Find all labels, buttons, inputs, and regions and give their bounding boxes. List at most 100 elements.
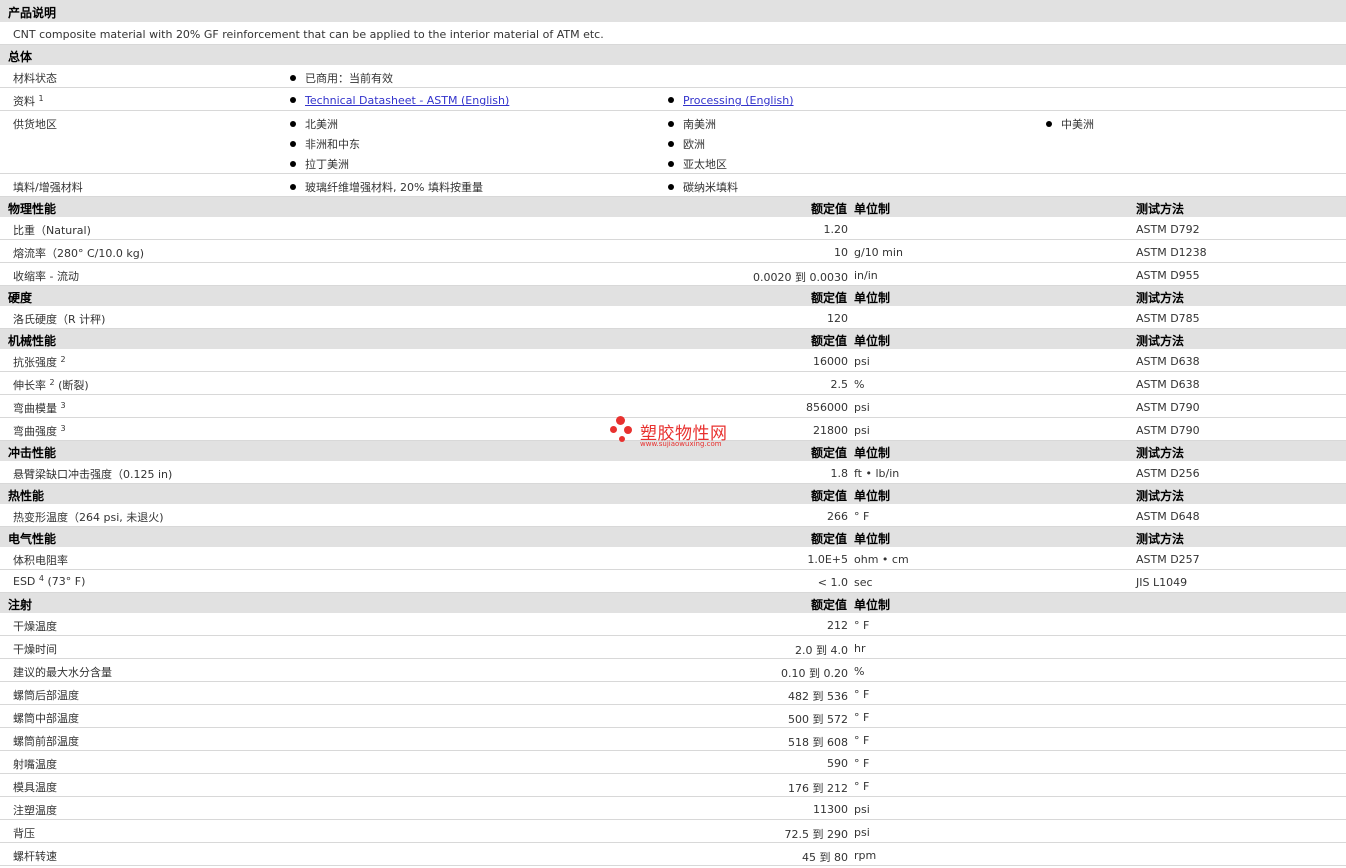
property-test: ASTM D257 (1136, 553, 1200, 566)
property-value: 72.5 到 290 (784, 828, 848, 841)
description-title: 产品说明 (8, 6, 57, 20)
doc-item: Technical Datasheet - ASTM (English) (290, 94, 509, 107)
description-row: CNT composite material with 20% GF reinf… (0, 22, 1346, 45)
regions-row: 供货地区 北美洲 南美洲 中美洲 非洲和中东 欧洲 拉丁美洲 亚太地区 (0, 111, 1346, 174)
property-value: 1.20 (823, 223, 849, 236)
header-value: 额定值 (810, 446, 847, 460)
header-test: 测试方法 (1136, 446, 1185, 460)
property-value: 10 (834, 246, 848, 259)
logo-dot (610, 426, 617, 433)
logo-dot (619, 436, 625, 442)
datasheet-link[interactable]: Technical Datasheet - ASTM (English) (305, 94, 509, 107)
filler-item: 碳纳米填料 (668, 179, 738, 195)
watermark-url: www.sujiaowuxing.com (640, 440, 722, 448)
property-row: 熔流率（280° C/10.0 kg) 10 g/10 min ASTM D12… (0, 240, 1346, 263)
description-header: 产品说明 (0, 0, 1346, 22)
property-test: JIS L1049 (1136, 576, 1188, 589)
property-unit: g/10 min (854, 246, 903, 259)
property-label: 干燥温度 (13, 620, 57, 633)
property-label: 热变形温度（264 psi, 未退火) (13, 511, 164, 524)
property-label: 收缩率 - 流动 (13, 270, 79, 283)
property-test: ASTM D785 (1136, 312, 1200, 325)
doc-item: Processing (English) (668, 94, 794, 107)
logo-dot (616, 416, 625, 425)
property-unit: ° F (854, 734, 870, 747)
property-value: 2.5 (830, 378, 849, 391)
property-test: ASTM D790 (1136, 424, 1200, 437)
property-value: 1.8 (830, 467, 849, 480)
property-label: 背压 (13, 827, 35, 840)
fillers-row: 填料/增强材料 玻璃纤维增强材料, 20% 填料按重量 碳纳米填料 (0, 174, 1346, 197)
fillers-label: 填料/增强材料 (13, 181, 83, 194)
hardness-header: 硬度 额定值 单位制 测试方法 (0, 286, 1346, 306)
property-value: 176 到 212 (788, 782, 848, 795)
property-label: 建议的最大水分含量 (13, 666, 112, 679)
header-test: 测试方法 (1136, 532, 1185, 546)
property-unit: ft • lb/in (854, 467, 900, 480)
property-unit: ° F (854, 711, 870, 724)
electrical-title: 电气性能 (8, 532, 57, 546)
thermal-title: 热性能 (8, 489, 45, 503)
property-label: 螺筒后部温度 (13, 689, 79, 702)
property-row: 体积电阻率 1.0E+5 ohm • cm ASTM D257 (0, 547, 1346, 570)
property-unit: in/in (854, 269, 878, 282)
property-test: ASTM D792 (1136, 223, 1200, 236)
region-item: 北美洲 (290, 116, 338, 132)
property-unit: psi (854, 826, 870, 839)
property-unit: ° F (854, 619, 870, 632)
property-test: ASTM D790 (1136, 401, 1200, 414)
property-unit: % (854, 378, 865, 391)
physical-header: 物理性能 额定值 单位制 测试方法 (0, 197, 1346, 217)
property-label: 注塑温度 (13, 804, 57, 817)
mechanical-header: 机械性能 额定值 单位制 测试方法 (0, 329, 1346, 349)
property-value: < 1.0 (817, 576, 848, 589)
header-value: 额定值 (810, 489, 847, 503)
property-row: ESD 4 (73° F) < 1.0 sec JIS L1049 (0, 570, 1346, 593)
property-value: 482 到 536 (788, 690, 848, 703)
property-value: 0.0020 到 0.0030 (753, 271, 848, 284)
physical-title: 物理性能 (8, 202, 57, 216)
property-test: ASTM D638 (1136, 355, 1200, 368)
property-row: 抗张强度 2 16000 psi ASTM D638 (0, 349, 1346, 372)
property-row: 弯曲模量 3 856000 psi ASTM D790 (0, 395, 1346, 418)
property-label: 比重（Natural) (13, 224, 91, 237)
property-value: 266 (827, 510, 848, 523)
header-value: 额定值 (810, 202, 847, 216)
header-value: 额定值 (810, 334, 847, 348)
property-row: 收缩率 - 流动 0.0020 到 0.0030 in/in ASTM D955 (0, 263, 1346, 286)
property-unit: psi (854, 424, 870, 437)
general-title: 总体 (8, 50, 33, 64)
impact-title: 冲击性能 (8, 446, 57, 460)
property-unit: psi (854, 401, 870, 414)
header-unit: 单位制 (854, 334, 891, 348)
property-label: 螺筒前部温度 (13, 735, 79, 748)
property-label: 抗张强度 2 (13, 355, 66, 370)
header-unit: 单位制 (854, 291, 891, 305)
property-value: 120 (827, 312, 848, 325)
property-value: 0.10 到 0.20 (781, 667, 848, 680)
region-item: 欧洲 (668, 136, 705, 152)
property-unit: ohm • cm (854, 553, 909, 566)
header-value: 额定值 (810, 598, 847, 612)
property-label: 螺筒中部温度 (13, 712, 79, 725)
property-unit: rpm (854, 849, 877, 862)
thermal-header: 热性能 额定值 单位制 测试方法 (0, 484, 1346, 504)
property-label: ESD 4 (73° F) (13, 574, 86, 589)
property-label: 洛氏硬度（R 计秤) (13, 313, 106, 326)
region-item: 非洲和中东 (290, 136, 360, 152)
watermark-logo: 塑胶物性网 www.sujiaowuxing.com (610, 416, 750, 452)
property-value: 590 (827, 757, 848, 770)
region-item: 南美洲 (668, 116, 716, 132)
property-value: 2.0 到 4.0 (795, 644, 848, 657)
injection-row: 射嘴温度 590 ° F (0, 751, 1346, 774)
property-test: ASTM D256 (1136, 467, 1200, 480)
status-label: 材料状态 (13, 72, 57, 85)
property-label: 熔流率（280° C/10.0 kg) (13, 247, 145, 260)
property-value: 518 到 608 (788, 736, 848, 749)
header-test: 测试方法 (1136, 291, 1185, 305)
property-label: 模具温度 (13, 781, 57, 794)
injection-row: 干燥时间 2.0 到 4.0 hr (0, 636, 1346, 659)
property-value: 212 (827, 619, 848, 632)
property-unit: % (854, 665, 865, 678)
processing-link[interactable]: Processing (English) (683, 94, 794, 107)
